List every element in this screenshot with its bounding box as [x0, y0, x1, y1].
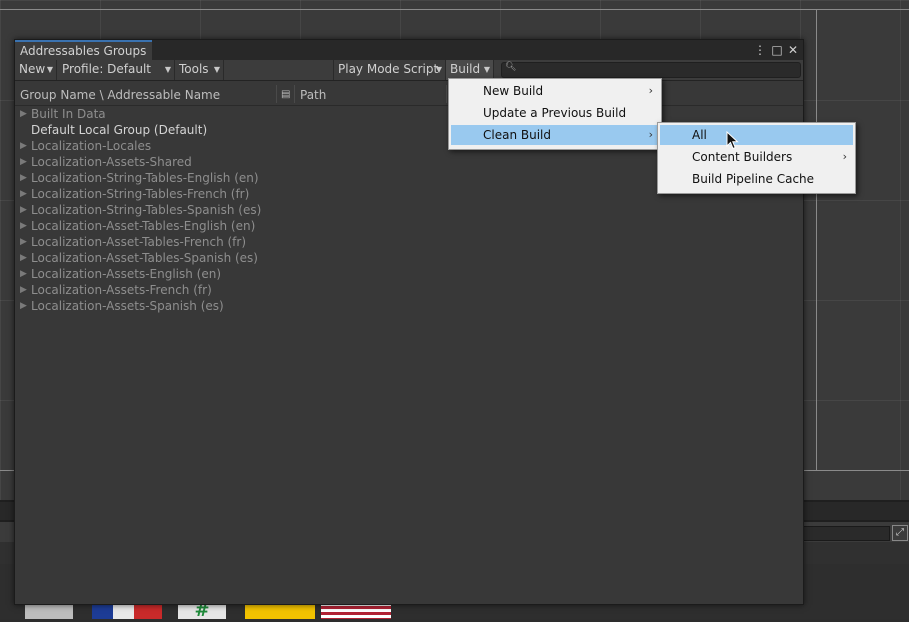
group-row[interactable]: ▶ Localization-Asset-Tables-Spanish (es): [15, 250, 803, 266]
column-header: Group Name \ Addressable Name ▤ Path: [15, 81, 803, 106]
chevron-down-icon: ▼: [46, 65, 53, 74]
chevron-down-icon: ▼: [164, 65, 171, 74]
build-menu-item[interactable]: Clean Build ›: [451, 125, 659, 145]
group-name: Localization-Assets-English (en): [31, 267, 222, 281]
group-name-column-header[interactable]: Group Name \ Addressable Name: [20, 81, 220, 105]
group-row[interactable]: ▶ Localization-String-Tables-Spanish (es): [15, 202, 803, 218]
group-name: Localization-Asset-Tables-French (fr): [31, 235, 247, 249]
profile-dropdown-label: Profile: Default: [62, 62, 152, 76]
build-menu-item-label: Update a Previous Build: [483, 106, 627, 120]
expand-arrow-icon[interactable]: ▶: [20, 298, 27, 314]
new-dropdown-label: New: [19, 62, 46, 76]
path-column-header[interactable]: Path: [300, 81, 326, 105]
tools-dropdown-label: Tools: [179, 62, 209, 76]
build-menu: New Build › Update a Previous Build Clean B…: [448, 78, 662, 150]
expand-arrow-icon[interactable]: ▶: [20, 186, 27, 202]
build-dropdown-label: Build: [450, 62, 481, 76]
group-row[interactable]: ▶ Localization-Assets-French (fr): [15, 282, 803, 298]
expand-arrow-icon[interactable]: ▶: [20, 250, 27, 266]
expand-arrow-icon[interactable]: ▶: [20, 170, 27, 186]
group-row[interactable]: ▶ Localization-Assets-English (en): [15, 266, 803, 282]
search-icon: 🔍︎: [505, 62, 517, 72]
group-name: Default Local Group (Default): [31, 123, 208, 137]
group-row[interactable]: ▶ Built In Data: [15, 106, 803, 122]
tools-dropdown[interactable]: Tools ▼: [175, 60, 224, 80]
group-name: Built In Data: [31, 107, 106, 121]
build-menu-item-label: Clean Build: [483, 128, 551, 142]
chevron-down-icon: ▼: [483, 65, 490, 74]
build-dropdown[interactable]: Build ▼: [446, 60, 494, 80]
column-divider[interactable]: [294, 85, 295, 103]
build-menu-item[interactable]: New Build ›: [451, 81, 659, 101]
close-icon[interactable]: ✕: [786, 42, 800, 58]
clean-build-menu-item[interactable]: All: [660, 125, 853, 145]
panel-search-field[interactable]: [800, 526, 890, 541]
expand-arrow-icon[interactable]: ▶: [20, 218, 27, 234]
group-name: Localization-String-Tables-French (fr): [31, 187, 250, 201]
profile-dropdown[interactable]: Profile: Default ▼: [58, 60, 175, 80]
clean-build-submenu: All Content Builders › Build Pipeline Cache: [657, 122, 856, 194]
expand-arrow-icon[interactable]: ▶: [20, 266, 27, 282]
chevron-right-icon: ›: [648, 84, 653, 97]
clean-build-menu-item-label: Content Builders: [692, 150, 793, 164]
group-name: Localization-Assets-Spanish (es): [31, 299, 224, 313]
new-dropdown[interactable]: New ▼: [15, 60, 57, 80]
chevron-down-icon: ▼: [213, 65, 220, 74]
asset-type-icon[interactable]: ▤: [281, 81, 290, 105]
expand-arrow-icon[interactable]: ▶: [20, 282, 27, 298]
play-mode-script-label: Play Mode Script: [338, 62, 439, 76]
window-titlebar: Addressables Groups ⋮ □ ✕: [15, 40, 803, 61]
clean-build-menu-item-label: All: [692, 128, 707, 142]
play-mode-script-dropdown[interactable]: Play Mode Script ▼: [333, 60, 446, 80]
clean-build-menu-item[interactable]: Content Builders ›: [660, 147, 853, 167]
scene-frame-line: [0, 9, 909, 10]
group-row[interactable]: ▶ Localization-Asset-Tables-French (fr): [15, 234, 803, 250]
expand-icon[interactable]: ⤢: [892, 525, 908, 541]
expand-arrow-icon[interactable]: ▶: [20, 138, 27, 154]
expand-arrow-icon[interactable]: ▶: [20, 154, 27, 170]
search-input[interactable]: 🔍︎: [501, 62, 801, 78]
group-row[interactable]: ▶ Localization-Asset-Tables-English (en): [15, 218, 803, 234]
chevron-down-icon: ▼: [435, 65, 442, 74]
column-divider[interactable]: [446, 85, 447, 103]
group-name: Localization-Asset-Tables-Spanish (es): [31, 251, 258, 265]
build-menu-item[interactable]: Update a Previous Build: [451, 103, 659, 123]
mouse-cursor-icon: [726, 131, 739, 150]
group-name: Localization-Assets-French (fr): [31, 283, 212, 297]
build-menu-item-label: New Build: [483, 84, 544, 98]
expand-arrow-icon[interactable]: ▶: [20, 202, 27, 218]
group-name: Localization-String-Tables-English (en): [31, 171, 259, 185]
clean-build-menu-item[interactable]: Build Pipeline Cache: [660, 169, 853, 189]
toolbar: New ▼ Profile: Default ▼ Tools ▼ Play Mo…: [15, 60, 803, 81]
group-name: Localization-Locales: [31, 139, 152, 153]
group-name: Localization-Assets-Shared: [31, 155, 192, 169]
column-divider[interactable]: [276, 85, 277, 103]
chevron-right-icon: ›: [842, 150, 847, 163]
group-name: Localization-String-Tables-Spanish (es): [31, 203, 262, 217]
group-row[interactable]: ▶ Localization-Assets-Spanish (es): [15, 298, 803, 314]
chevron-right-icon: ›: [648, 128, 653, 141]
window-tab[interactable]: Addressables Groups: [15, 40, 152, 60]
maximize-icon[interactable]: □: [770, 42, 784, 58]
scene-frame-line: [816, 9, 817, 471]
more-options-icon[interactable]: ⋮: [753, 42, 767, 58]
expand-arrow-icon[interactable]: ▶: [20, 106, 27, 122]
expand-arrow-icon[interactable]: ▶: [20, 234, 27, 250]
clean-build-menu-item-label: Build Pipeline Cache: [692, 172, 815, 186]
group-name: Localization-Asset-Tables-English (en): [31, 219, 256, 233]
